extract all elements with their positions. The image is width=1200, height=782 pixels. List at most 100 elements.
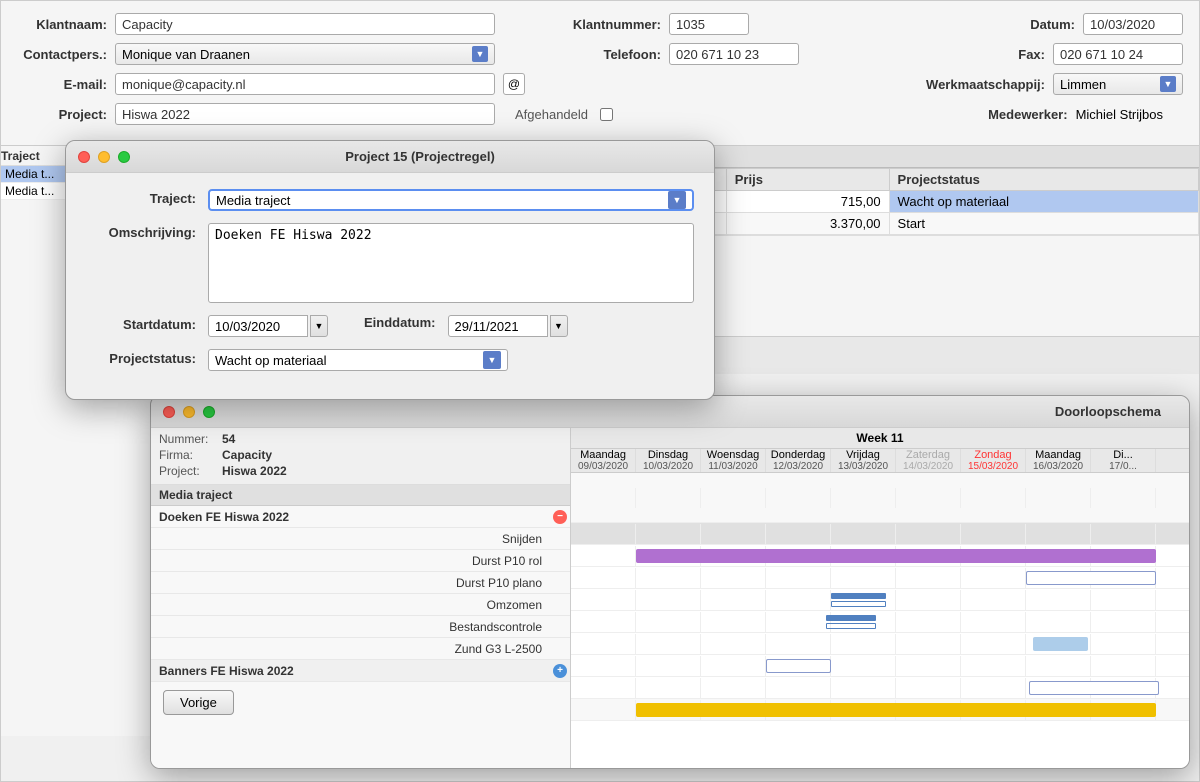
- day-name-mon2: Maandag: [1026, 449, 1090, 461]
- day-name-sun: Zondag: [961, 449, 1025, 461]
- day-col-mon2: Maandag 16/03/2020: [1026, 449, 1091, 472]
- grid-row-zund: [571, 677, 1189, 699]
- projectstatus-select[interactable]: Wacht op materiaal ▼: [208, 349, 508, 371]
- yellow-bar-banners: [636, 703, 1156, 717]
- grid-cell-o-9: [1091, 634, 1156, 654]
- werkmaatschappij-label: Werkmaatschappij:: [915, 77, 1045, 92]
- schema-label-banners: Banners FE Hiswa 2022: [151, 662, 550, 680]
- dialog-traject-label: Traject:: [86, 189, 196, 206]
- grid-row-section-media: [571, 523, 1189, 545]
- grid-cell-o-7: [961, 634, 1026, 654]
- grid-cell-dr-8: [1026, 590, 1091, 610]
- schema-grid: Week 11 Maandag 09/03/2020 Dinsdag 10/03…: [571, 428, 1189, 768]
- dialog-title: Project 15 (Projectregel): [138, 149, 702, 164]
- schema-label-durst-rol: Durst P10 rol: [151, 552, 550, 570]
- schema-icon-doeken[interactable]: −: [550, 510, 570, 524]
- contactpers-dropdown[interactable]: Monique van Draanen ▼: [115, 43, 495, 65]
- project-input[interactable]: [115, 103, 495, 125]
- schema-info: Nummer: 54 Firma: Capacity Project: Hisw…: [151, 428, 570, 485]
- schema-vorige-button[interactable]: Vorige: [163, 690, 234, 715]
- schema-titlebar: Doorloopschema: [151, 396, 1189, 428]
- dialog-projectstatus-row: Projectstatus: Wacht op materiaal ▼: [86, 349, 694, 371]
- grid-cell-z-3: [701, 678, 766, 698]
- close-button[interactable]: [78, 151, 90, 163]
- afgehandeld-checkbox[interactable]: [600, 108, 613, 121]
- medewerker-group: Medewerker: Michiel Strijbos: [978, 107, 1183, 122]
- day-col-mon1: Maandag 09/03/2020: [571, 449, 636, 472]
- grid-cell-b-1: [571, 656, 636, 676]
- grid-cell-dr-1: [571, 590, 636, 610]
- werkmaatschappij-arrow-icon: ▼: [1160, 76, 1176, 92]
- startdatum-input[interactable]: [208, 315, 308, 337]
- day-col-sun: Zondag 15/03/2020: [961, 449, 1026, 472]
- einddatum-input[interactable]: [448, 315, 548, 337]
- day-name-sat: Zaterdag: [896, 449, 960, 461]
- grid-cell-dr-4: [766, 590, 831, 610]
- maximize-button[interactable]: [118, 151, 130, 163]
- einddatum-picker-icon[interactable]: ▼: [550, 315, 568, 337]
- datum-group: Datum:: [985, 13, 1183, 35]
- schema-icon-banners[interactable]: +: [550, 664, 570, 678]
- dialog-titlebar: Project 15 (Projectregel): [66, 141, 714, 173]
- grid-cell-z-2: [636, 678, 701, 698]
- cell-status-1: Wacht op materiaal: [889, 191, 1198, 213]
- grid-cell-dp-2: [636, 612, 701, 632]
- vorige-area: Vorige: [151, 682, 570, 723]
- email-group: E-mail: @: [17, 73, 525, 95]
- outline-bar-zund: [1029, 681, 1159, 695]
- grid-row-banners: [571, 699, 1189, 721]
- telefoon-input[interactable]: [669, 43, 799, 65]
- email-label: E-mail:: [17, 77, 107, 92]
- email-input[interactable]: [115, 73, 495, 95]
- blue-bar-omzomen: [1033, 637, 1088, 651]
- day-headers: Maandag 09/03/2020 Dinsdag 10/03/2020 Wo…: [571, 449, 1189, 473]
- day-col-thu: Donderdag 12/03/2020: [766, 449, 831, 472]
- schema-firma-value: Capacity: [222, 448, 272, 462]
- contactpers-label: Contactpers.:: [17, 47, 107, 62]
- schema-info-firma: Firma: Capacity: [159, 448, 562, 462]
- werkmaatschappij-dropdown[interactable]: Limmen ▼: [1053, 73, 1183, 95]
- day-col-tue: Dinsdag 10/03/2020: [636, 449, 701, 472]
- schema-minimize-button[interactable]: [183, 406, 195, 418]
- day-col-tue2: Di... 17/0...: [1091, 449, 1156, 472]
- contactpers-group: Contactpers.: Monique van Draanen ▼: [17, 43, 495, 65]
- day-date-sun: 15/03/2020: [961, 461, 1025, 472]
- afgehandeld-label: Afgehandeld: [515, 107, 588, 122]
- red-minus-icon[interactable]: −: [553, 510, 567, 524]
- grid-row-bestandscontrole: [571, 655, 1189, 677]
- project-group: Project: Afgehandeld: [17, 103, 613, 125]
- projectstatus-value: Wacht op materiaal: [215, 353, 327, 368]
- schema-maximize-button[interactable]: [203, 406, 215, 418]
- grid-cell-info-7: [961, 488, 1026, 508]
- omschrijving-textarea[interactable]: Doeken FE Hiswa 2022: [208, 223, 694, 303]
- grid-cell-dp-9: [1091, 612, 1156, 632]
- grid-cell-info-1: [571, 488, 636, 508]
- startdatum-group: ▼: [208, 315, 328, 337]
- grid-cell-z-7: [961, 678, 1026, 698]
- schema-nummer-value: 54: [222, 432, 235, 446]
- fax-label: Fax:: [955, 47, 1045, 62]
- minimize-button[interactable]: [98, 151, 110, 163]
- day-date-wed: 11/03/2020: [701, 461, 765, 472]
- day-col-sat: Zaterdag 14/03/2020: [896, 449, 961, 472]
- schema-row-snijden: Snijden: [151, 528, 570, 550]
- blue-plus-icon[interactable]: +: [553, 664, 567, 678]
- datum-input[interactable]: [1083, 13, 1183, 35]
- werkmaatschappij-value: Limmen: [1060, 77, 1106, 92]
- schema-window: Doorloopschema Nummer: 54 Firma: Capacit…: [150, 395, 1190, 769]
- cell-prijs-1: 715,00: [726, 191, 889, 213]
- schema-close-button[interactable]: [163, 406, 175, 418]
- grid-cell-info-3: [701, 488, 766, 508]
- grid-cell-dp-6: [896, 612, 961, 632]
- email-icon[interactable]: @: [503, 73, 525, 95]
- dialog-traject-row: Traject: Media traject ▼: [86, 189, 694, 211]
- klantnummer-input[interactable]: [669, 13, 749, 35]
- fax-input[interactable]: [1053, 43, 1183, 65]
- grid-cell-o-2: [636, 634, 701, 654]
- startdatum-picker-icon[interactable]: ▼: [310, 315, 328, 337]
- schema-row-zund: Zund G3 L-2500: [151, 638, 570, 660]
- grid-rows: [571, 473, 1189, 721]
- klantnaam-input[interactable]: [115, 13, 495, 35]
- schema-title: Doorloopschema: [223, 404, 1177, 419]
- traject-select[interactable]: Media traject ▼: [208, 189, 694, 211]
